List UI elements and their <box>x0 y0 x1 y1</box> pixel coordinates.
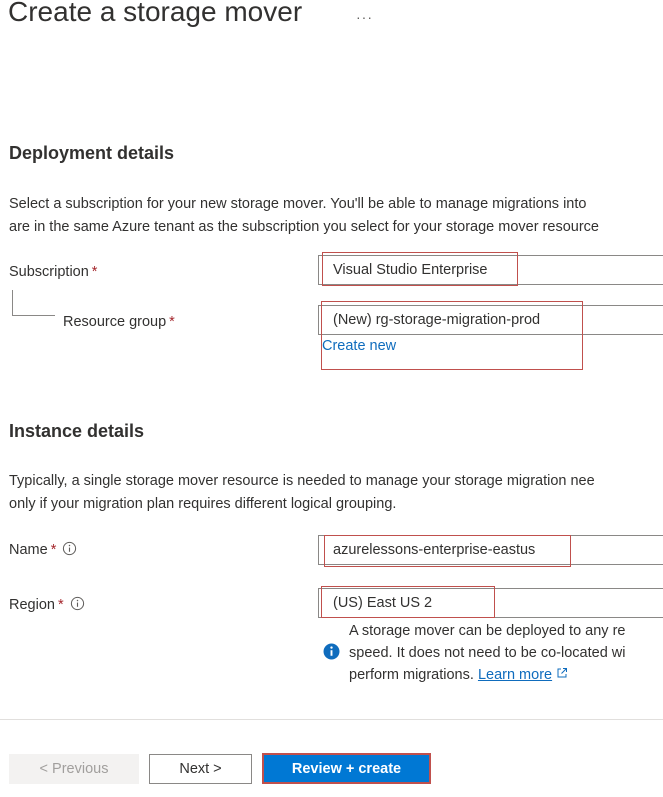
name-label: Name * <box>9 541 77 560</box>
subscription-highlight-box <box>322 252 518 286</box>
subscription-label: Subscription * <box>9 264 97 280</box>
info-icon[interactable] <box>70 596 85 615</box>
name-label-text: Name <box>9 542 48 558</box>
learn-more-link[interactable]: Learn more <box>478 667 552 683</box>
instance-description-line2: only if your migration plan requires dif… <box>9 496 397 512</box>
deployment-details-heading: Deployment details <box>9 143 175 163</box>
previous-button[interactable]: < Previous <box>9 754 139 784</box>
required-mark: * <box>91 264 98 280</box>
footer-divider <box>0 719 663 720</box>
resource-group-label: Resource group * <box>63 314 175 330</box>
region-highlight-box <box>321 586 495 618</box>
instance-details-heading: Instance details <box>9 421 145 441</box>
region-info-line3-text: perform migrations. <box>349 667 474 683</box>
required-mark: * <box>50 542 57 558</box>
region-label: Region * <box>9 596 85 615</box>
deployment-description-line2: are in the same Azure tenant as the subs… <box>9 219 599 235</box>
review-create-button[interactable]: Review + create <box>262 753 431 784</box>
region-info-line1: A storage mover can be deployed to any r… <box>349 623 626 639</box>
resource-group-label-text: Resource group <box>63 314 167 330</box>
page-title: Create a storage mover <box>8 0 303 27</box>
info-icon[interactable] <box>62 541 77 560</box>
subscription-label-text: Subscription <box>9 264 89 280</box>
next-button[interactable]: Next > <box>149 754 252 784</box>
region-label-text: Region <box>9 597 55 613</box>
external-link-icon[interactable] <box>556 667 568 683</box>
instance-description-line1: Typically, a single storage mover resour… <box>9 473 595 489</box>
region-info-note: A storage mover can be deployed to any r… <box>349 620 626 686</box>
region-info-line3: perform migrations. Learn more <box>349 664 626 686</box>
name-highlight-box <box>324 535 571 567</box>
tree-connector <box>12 290 55 316</box>
region-info-line2: speed. It does not need to be co-located… <box>349 645 626 661</box>
required-mark: * <box>169 314 175 330</box>
required-mark: * <box>57 597 64 613</box>
info-filled-icon <box>323 643 340 665</box>
deployment-description-line1: Select a subscription for your new stora… <box>9 196 587 212</box>
more-actions-icon[interactable]: ··· <box>356 9 373 25</box>
resource-group-highlight-box <box>321 301 583 370</box>
